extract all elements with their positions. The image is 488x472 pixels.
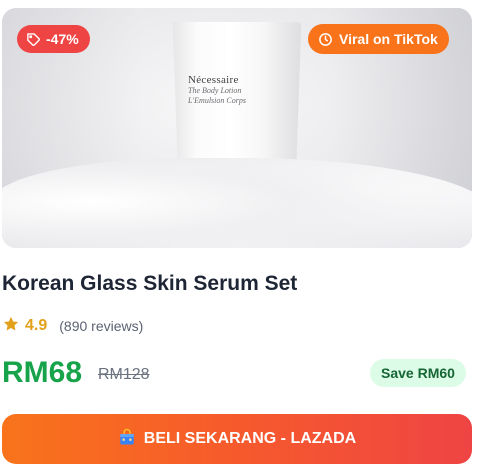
tube-line-1: The Body Lotion — [188, 86, 242, 95]
tag-icon — [26, 32, 41, 47]
viral-badge: Viral on TikTok — [308, 24, 449, 54]
tube-line-2: L'Emulsion Corps — [188, 96, 246, 105]
viral-label: Viral on TikTok — [339, 31, 438, 47]
rating-row: 4.9 (890 reviews) — [2, 316, 143, 336]
shopping-bag-icon — [118, 428, 136, 451]
fabric-backdrop — [2, 158, 472, 248]
star-icon — [2, 315, 20, 338]
product-title: Korean Glass Skin Serum Set — [2, 272, 298, 295]
current-price: RM68 — [2, 356, 83, 389]
original-price: RM128 — [98, 366, 150, 383]
clock-icon — [318, 32, 333, 47]
product-card: Nécessaire The Body Lotion L'Emulsion Co… — [0, 0, 488, 472]
buy-now-button[interactable]: BELI SEKARANG - LAZADA — [2, 414, 472, 464]
tube-brand-text: Nécessaire — [188, 74, 239, 86]
discount-label: -47% — [46, 31, 79, 47]
review-count[interactable]: (890 reviews) — [59, 318, 143, 334]
discount-badge: -47% — [17, 25, 90, 53]
rating-value: 4.9 — [25, 317, 48, 334]
price-row: RM68 RM128 Save RM60 — [2, 356, 472, 392]
buy-now-label: BELI SEKARANG - LAZADA — [143, 430, 357, 447]
save-badge: Save RM60 — [370, 359, 466, 387]
tube-label: Nécessaire The Body Lotion L'Emulsion Co… — [188, 74, 298, 106]
